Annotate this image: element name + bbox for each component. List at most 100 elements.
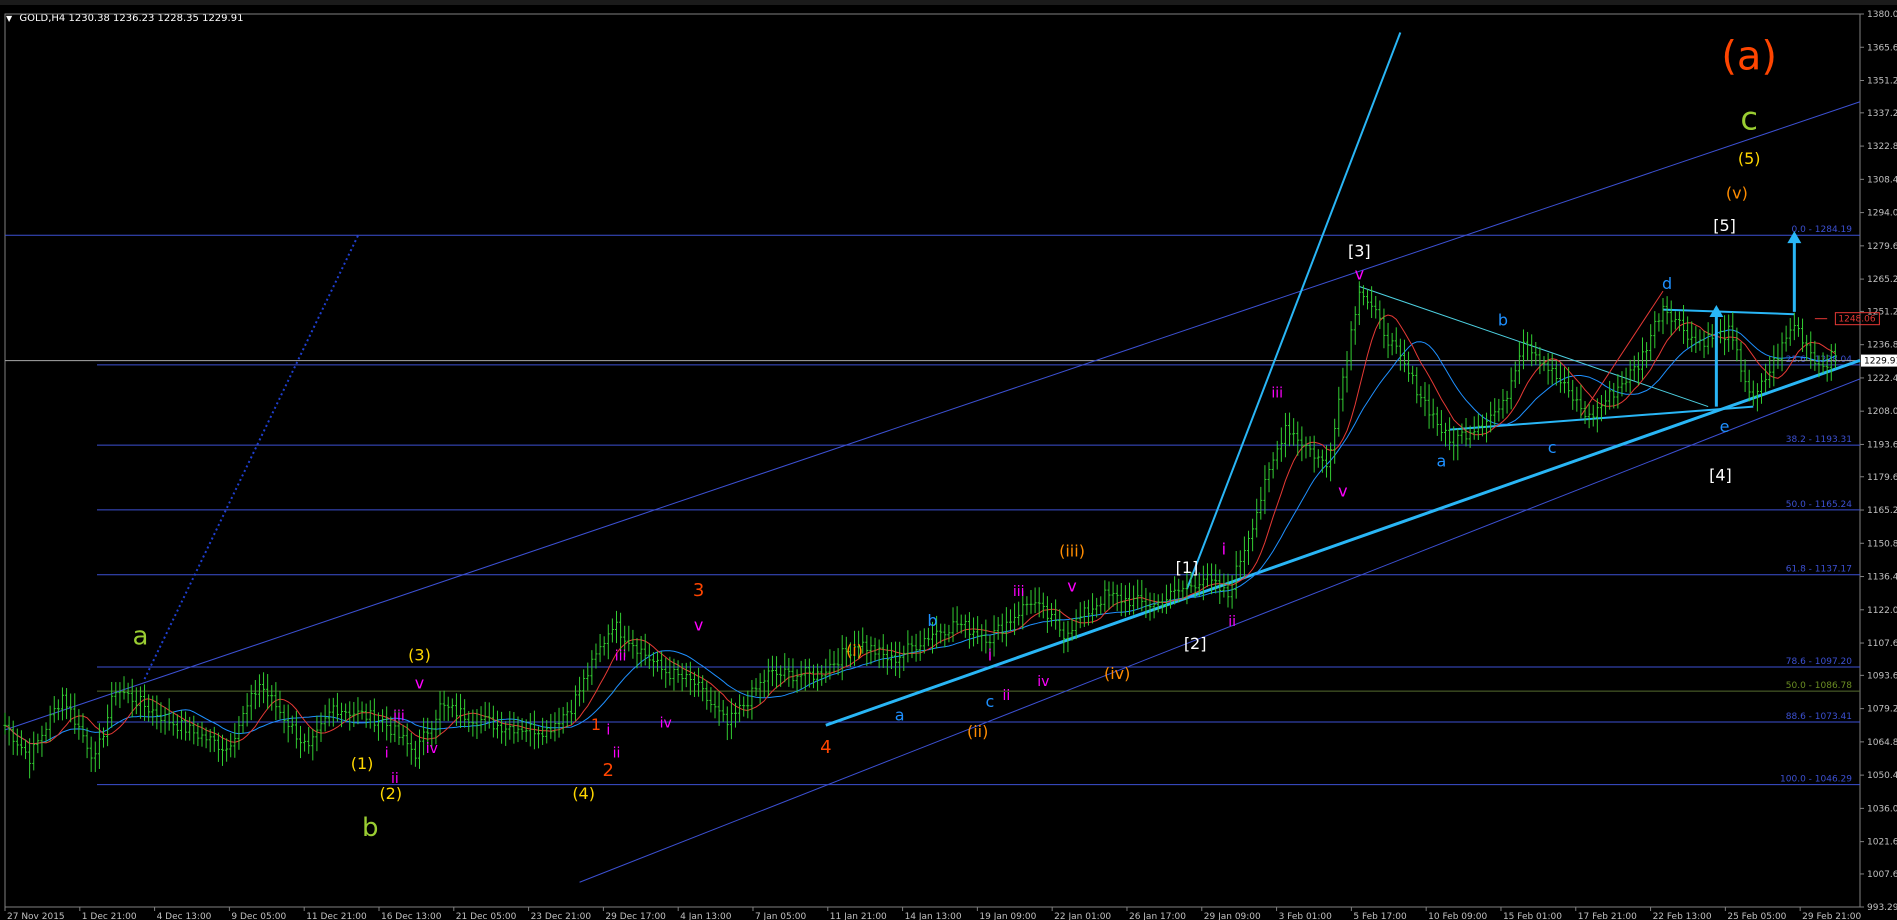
x-tick-label: 17 Feb 21:00 <box>1578 912 1637 920</box>
wave-label: [4] <box>1709 465 1732 484</box>
wave-label: (4) <box>572 784 595 803</box>
wave-label: (5) <box>1738 149 1761 168</box>
x-tick-label: 25 Feb 05:00 <box>1727 912 1786 920</box>
x-tick-label: 22 Jan 01:00 <box>1054 912 1111 920</box>
y-tick-label: 1308.4 <box>1867 175 1897 185</box>
y-tick-label: 1380.0 <box>1867 10 1897 20</box>
wave-label: (1) <box>351 754 374 773</box>
y-tick-label: 1208.0 <box>1867 407 1897 417</box>
fib-label: 50.0 - 1165.24 <box>1786 500 1852 510</box>
wave-label: b <box>362 813 379 843</box>
wave-label: 1 <box>591 715 601 734</box>
y-tick-label: 1351.2 <box>1867 77 1897 87</box>
y-tick-label: 1322.8 <box>1867 142 1897 152</box>
wave-label: i <box>606 722 610 738</box>
x-tick-label: 10 Feb 09:00 <box>1428 912 1487 920</box>
wave-label: i <box>385 746 389 762</box>
y-tick-label: 1122.0 <box>1867 606 1897 616</box>
wave-label: i <box>1222 539 1226 558</box>
wave-label: (2) <box>379 784 402 803</box>
y-tick-label: 1193.6 <box>1867 440 1897 450</box>
y-tick-label: 1236.8 <box>1867 341 1897 351</box>
x-axis: 27 Nov 2015 1 Dec 21:00 4 Dec 13:00 9 Dec 0… <box>4 907 1861 920</box>
current-price-value: 1229.91 <box>1864 357 1897 367</box>
x-tick-label: 7 Jan 05:00 <box>755 912 807 920</box>
y-tick-label: 1279.6 <box>1867 242 1897 252</box>
y-tick-label: 1365.6 <box>1867 43 1897 53</box>
wave-label: a <box>1436 452 1446 471</box>
wave-label: e <box>1720 417 1730 436</box>
support-trend-line <box>825 358 1861 727</box>
wave-label: [1] <box>1176 558 1199 577</box>
x-tick-label: 19 Jan 09:00 <box>979 912 1036 920</box>
wave-label: iii <box>393 709 405 725</box>
fib-levels: 0.0 - 1284.1923.6 - 1228.0438.2 - 1193.3… <box>5 225 1860 786</box>
wave-label: (ii) <box>967 722 988 741</box>
steep-trend-line <box>1186 32 1402 590</box>
wave-label: (iii) <box>1059 542 1085 561</box>
x-tick-label: 29 Jan 09:00 <box>1204 912 1261 920</box>
y-axis: 1380.0 1365.6 1351.2 1337.2 1322.8 1308.4 1294… <box>1860 10 1897 913</box>
wave-label: ii <box>1228 614 1236 630</box>
y-tick-label: 1064.8 <box>1867 738 1897 748</box>
x-tick-label: 27 Nov 2015 <box>7 912 65 920</box>
chart-window[interactable]: ▼ GOLD,H4 1230.38 1236.23 1228.35 1229.9… <box>0 0 1897 920</box>
wave-label: a <box>132 621 148 651</box>
wave-label: [2] <box>1184 634 1207 653</box>
x-tick-label: 4 Jan 13:00 <box>680 912 732 920</box>
y-tick-label: 1337.2 <box>1867 109 1897 119</box>
wave-label: a <box>895 706 905 725</box>
price-chart[interactable]: 0.0 - 1284.1923.6 - 1228.0438.2 - 1193.3… <box>0 0 1897 920</box>
x-tick-label: 15 Feb 01:00 <box>1503 912 1562 920</box>
triangle-upper-line <box>1662 308 1795 316</box>
x-tick-label: 29 Dec 17:00 <box>605 912 666 920</box>
x-tick-label: 16 Dec 13:00 <box>381 912 442 920</box>
x-tick-label: 9 Dec 05:00 <box>231 912 286 920</box>
wave-label: iii <box>1271 385 1283 401</box>
fib-label: 88.6 - 1073.41 <box>1786 712 1852 722</box>
y-tick-label: 1007.6 <box>1867 870 1897 880</box>
y-tick-label: 1079.2 <box>1867 705 1897 715</box>
wave-label: v <box>1338 482 1347 501</box>
wave-label: ii <box>1002 688 1010 704</box>
y-tick-label: 1265.2 <box>1867 275 1897 285</box>
wave-label: 4 <box>820 737 831 758</box>
diagonal-line <box>1359 286 1709 408</box>
x-tick-label: 14 Jan 13:00 <box>905 912 962 920</box>
x-tick-label: 29 Feb 21:00 <box>1802 912 1861 920</box>
wave-label: iii <box>615 649 627 665</box>
wave-label: (3) <box>408 646 431 665</box>
wave-label: 3 <box>693 580 704 601</box>
x-tick-label: 11 Jan 21:00 <box>830 912 887 920</box>
wave-label: iv <box>660 716 672 732</box>
wave-label: i <box>988 646 992 665</box>
wave-label: c <box>1740 99 1758 137</box>
fib-label: 61.8 - 1137.17 <box>1786 565 1852 575</box>
wave-label: d <box>1662 274 1672 293</box>
wave-label: v <box>694 616 703 635</box>
x-tick-label: 3 Feb 01:00 <box>1279 912 1333 920</box>
x-tick-label: 4 Dec 13:00 <box>157 912 212 920</box>
wave-label: c <box>1548 438 1557 457</box>
y-tick-label: 1222.4 <box>1867 374 1897 384</box>
x-tick-label: 26 Jan 17:00 <box>1129 912 1186 920</box>
x-tick-label: 21 Dec 05:00 <box>456 912 517 920</box>
fib-label: 38.2 - 1193.31 <box>1786 435 1852 445</box>
wave-label: iii <box>1013 584 1025 600</box>
wave-label: b <box>1498 311 1508 330</box>
y-tick-label: 1050.4 <box>1867 771 1897 781</box>
price-label-value: 1248.06 <box>1838 315 1875 325</box>
wave-label: 2 <box>603 760 614 781</box>
wave-label: (iv) <box>1104 664 1130 683</box>
y-tick-label: 1150.8 <box>1867 539 1897 549</box>
wave-label: (v) <box>1726 184 1748 203</box>
y-tick-label: 1093.6 <box>1867 671 1897 681</box>
wave-label: [3] <box>1348 241 1371 260</box>
channel-lower-line <box>579 378 1861 883</box>
wave-label: iv <box>426 741 438 757</box>
wave-label: (a) <box>1721 33 1777 79</box>
y-tick-label: 993.29 <box>1867 903 1897 913</box>
wave-label: iv <box>1037 674 1049 690</box>
wave-label: (i) <box>846 641 863 660</box>
wave-label: v <box>415 673 424 692</box>
